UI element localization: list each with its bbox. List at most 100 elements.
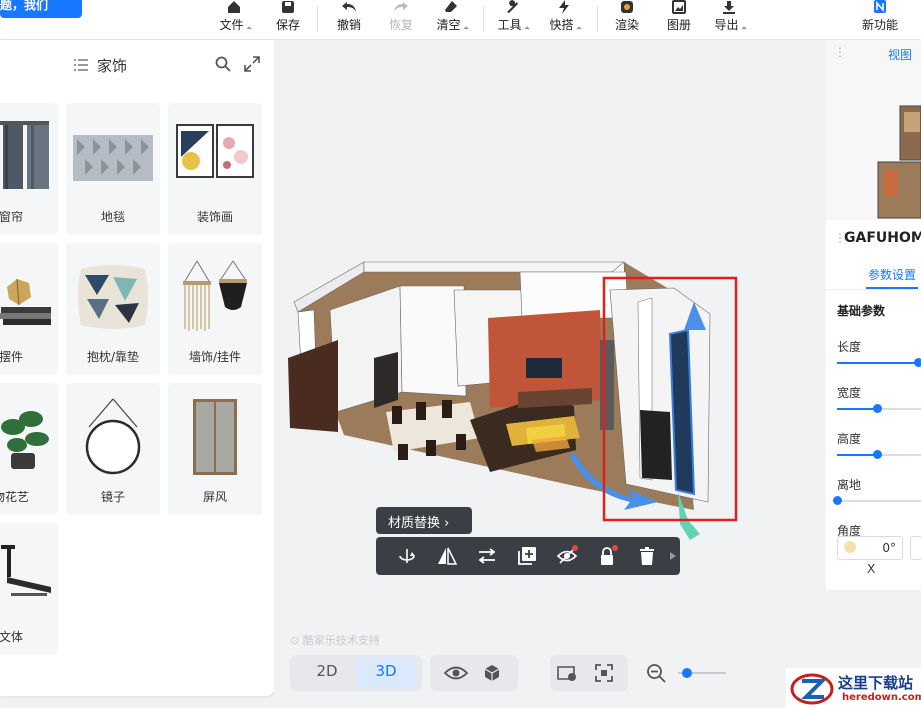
plant-thumbnail [1, 411, 49, 469]
ornament-thumbnail [0, 278, 51, 325]
library-header: 家饰 [0, 40, 274, 90]
redo-icon [394, 2, 408, 12]
elevation-slider-thumb[interactable] [833, 496, 842, 505]
library-item-screen[interactable]: 屏风 [168, 383, 262, 515]
library-item-label: 窗帘 [0, 210, 23, 224]
library-item-ornament[interactable]: 摆件 [0, 243, 58, 375]
file-button[interactable]: 文件 [214, 0, 254, 38]
delete-icon[interactable] [636, 545, 658, 567]
library-item-pillow[interactable]: 抱枕/靠垫 [66, 243, 160, 375]
list-icon[interactable] [74, 58, 88, 72]
decor-library-panel: 家饰 窗帘 地毯 装饰画 摆件 抱枕/靠垫 墙饰/挂件 物花艺 镜子 屏风 [0, 40, 274, 696]
elevation-slider[interactable] [837, 500, 921, 502]
object-edit-toolbar [376, 537, 680, 575]
new-feature-button[interactable]: 新功能 [858, 0, 902, 38]
painting-thumbnail [176, 124, 254, 178]
copy-add-icon[interactable] [516, 545, 538, 567]
undo-label: 撤销 [336, 18, 361, 32]
material-replace-label: 材质替换 [388, 516, 441, 531]
mirror-flip-icon[interactable] [436, 545, 458, 567]
render-icon [621, 1, 633, 13]
save-button[interactable]: 保存 [268, 0, 308, 38]
save-label: 保存 [275, 18, 300, 32]
fit-view-icon[interactable] [594, 663, 614, 683]
export-label: 导出 [709, 16, 749, 33]
tab-bar: 参数设置 [826, 260, 921, 290]
3d-viewport[interactable]: ⊙ 酷家乐技术支持 [274, 40, 824, 696]
param-height: 高度 [837, 430, 861, 447]
param-label: 宽度 [837, 386, 862, 400]
quick-build-button[interactable]: 快搭 [544, 0, 584, 38]
curtain-thumbnail [0, 121, 49, 189]
tools-button[interactable]: 工具 [492, 0, 532, 38]
render-button[interactable]: 渲染 [607, 0, 647, 38]
undo-icon [342, 2, 356, 12]
redo-label: 恢复 [388, 18, 413, 32]
camera-settings-icon[interactable] [556, 663, 578, 683]
width-slider-thumb[interactable] [873, 404, 882, 413]
library-item-label: 抱枕/靠垫 [86, 350, 140, 364]
library-item-label: 装饰画 [196, 210, 233, 224]
library-item-sports[interactable]: 文体 [0, 523, 58, 655]
undo-button[interactable]: 撤销 [329, 0, 369, 38]
height-slider-thumb[interactable] [873, 450, 882, 459]
mode-2d-button[interactable]: 2D [302, 662, 352, 680]
library-item-wall-hanging[interactable]: 墙饰/挂件 [168, 243, 262, 375]
library-item-painting[interactable]: 装饰画 [168, 103, 262, 235]
param-width: 宽度 [837, 384, 861, 401]
redo-button[interactable]: 恢复 [381, 0, 421, 38]
rotate-icon[interactable] [396, 545, 418, 567]
zoom-out-icon[interactable] [646, 663, 666, 683]
tab-params[interactable]: 参数设置 [868, 266, 916, 283]
screen-thumbnail [193, 399, 237, 475]
library-item-rug[interactable]: 地毯 [66, 103, 160, 235]
angle-knob-icon [844, 541, 856, 553]
view-label: 视图 [888, 48, 913, 62]
toolbar-divider [597, 6, 598, 32]
tv [526, 358, 562, 378]
length-slider-thumb[interactable] [914, 358, 921, 367]
hide-icon[interactable] [556, 545, 578, 567]
zoom-slider-thumb[interactable] [682, 668, 692, 678]
zoom-controls [636, 655, 726, 691]
material-replace-button[interactable]: 材质替换 › [376, 507, 472, 534]
right-property-panel: 视图 ⋮ ⋮ GAFUHOM 参数设置 基础参数 长度 宽度 高度 离地 角度 … [826, 40, 921, 590]
cube-icon[interactable] [482, 663, 502, 683]
mode-3d-button[interactable]: 3D [356, 657, 416, 689]
library-item-mirror[interactable]: 镜子 [66, 383, 160, 515]
expand-right-icon[interactable] [670, 552, 676, 560]
eye-icon[interactable] [444, 664, 468, 682]
rug-thumbnail [73, 135, 153, 181]
lock-icon[interactable] [596, 545, 618, 567]
promo-banner[interactable]: 题，我们 [0, 0, 82, 18]
clear-button[interactable]: 清空 [431, 0, 471, 38]
gallery-button[interactable]: 图册 [659, 0, 699, 38]
search-icon[interactable] [215, 56, 231, 72]
logo-title: 这里下载站 [838, 674, 914, 692]
camera-controls [550, 655, 628, 691]
export-button[interactable]: 导出 [709, 0, 749, 38]
render-label: 渲染 [614, 18, 639, 32]
angle-x-input[interactable]: 0° [837, 536, 903, 560]
param-label: 离地 [837, 478, 862, 492]
drag-handle-icon[interactable]: ⋮ [834, 45, 846, 59]
top-toolbar: 题，我们 文件 保存 撤销 恢复 清空 工具 快搭 渲染 图册 导出 新功能 [0, 0, 921, 40]
clear-label: 清空 [431, 16, 471, 33]
library-item-label: 地毯 [100, 210, 125, 224]
floorplan-3d-scene [288, 261, 738, 540]
library-item-curtain[interactable]: 窗帘 [0, 103, 58, 235]
z-logo-icon [790, 673, 834, 705]
library-item-label: 物花艺 [0, 490, 29, 504]
library-item-plants[interactable]: 物花艺 [0, 383, 58, 515]
swap-icon[interactable] [476, 545, 498, 567]
eraser-icon [445, 1, 457, 12]
view-mode-toggle: 2D 3D [290, 655, 422, 691]
axis-x-label: X [867, 562, 876, 576]
expand-icon[interactable] [244, 56, 260, 72]
angle-x-value: 0° [882, 541, 896, 555]
mirror-thumbnail [85, 398, 141, 475]
length-slider[interactable] [837, 362, 921, 364]
wrench-icon [507, 0, 518, 14]
view-minimap[interactable]: 视图 ⋮ [826, 40, 921, 220]
angle-y-input[interactable] [910, 536, 921, 560]
